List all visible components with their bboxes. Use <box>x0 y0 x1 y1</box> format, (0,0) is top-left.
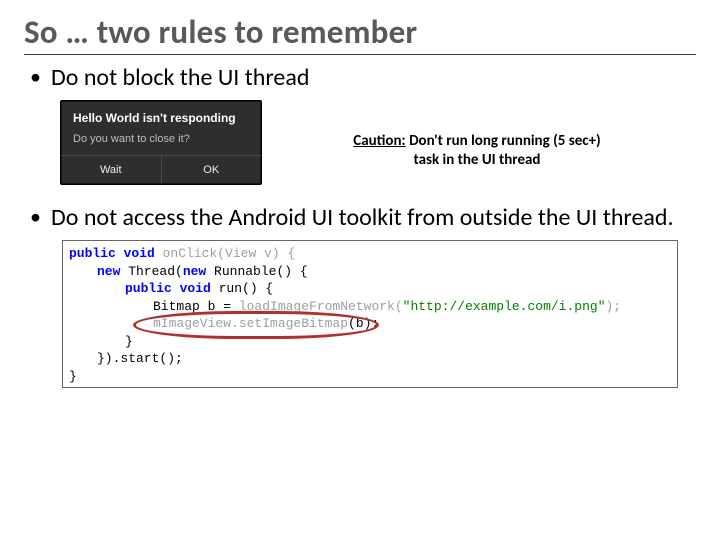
code-token: public void <box>69 246 155 261</box>
anr-dialog: Hello World isn't responding Do you want… <box>60 100 262 185</box>
bullet-text: Do not block the UI thread <box>51 63 309 92</box>
dialog-question: Do you want to close it? <box>73 133 249 145</box>
code-token: loadImageFromNetwork( <box>239 299 403 314</box>
code-token: ); <box>606 299 622 314</box>
caution-label: Caution: <box>353 132 405 150</box>
bullet-item-1: • Do not block the UI thread <box>30 63 696 92</box>
code-token: } <box>125 334 133 349</box>
code-token: }).start(); <box>97 351 183 366</box>
bullet-item-2: • Do not access the Android UI toolkit f… <box>30 203 696 232</box>
caution-text: Caution: Don't run long running (5 sec+)… <box>342 132 612 170</box>
caution-body: Don't run long running (5 sec+) task in … <box>406 132 601 169</box>
code-token: mImageView.setImageBitmap <box>153 316 348 331</box>
title-divider <box>24 54 696 55</box>
code-token: } <box>69 369 77 384</box>
slide-title: So … two rules to remember <box>24 12 696 52</box>
code-token: "http://example.com/i.png" <box>403 299 606 314</box>
bullet-text: Do not access the Android UI toolkit fro… <box>51 203 674 232</box>
ok-button[interactable]: OK <box>162 156 262 184</box>
code-token: Runnable() { <box>206 264 307 279</box>
code-token: Bitmap b = <box>153 299 239 314</box>
dialog-heading: Hello World isn't responding <box>73 111 249 125</box>
code-token: new <box>97 264 120 279</box>
code-token: new <box>183 264 206 279</box>
code-token: run() { <box>211 281 273 296</box>
code-snippet: public void onClick(View v) { new Thread… <box>62 240 678 388</box>
code-token: onClick(View v) { <box>155 246 295 261</box>
code-token: public void <box>125 281 211 296</box>
wait-button[interactable]: Wait <box>61 156 161 184</box>
bullet-icon: • <box>30 203 41 232</box>
code-token: (b); <box>348 316 379 331</box>
code-token: Thread( <box>120 264 182 279</box>
bullet-icon: • <box>30 63 41 92</box>
